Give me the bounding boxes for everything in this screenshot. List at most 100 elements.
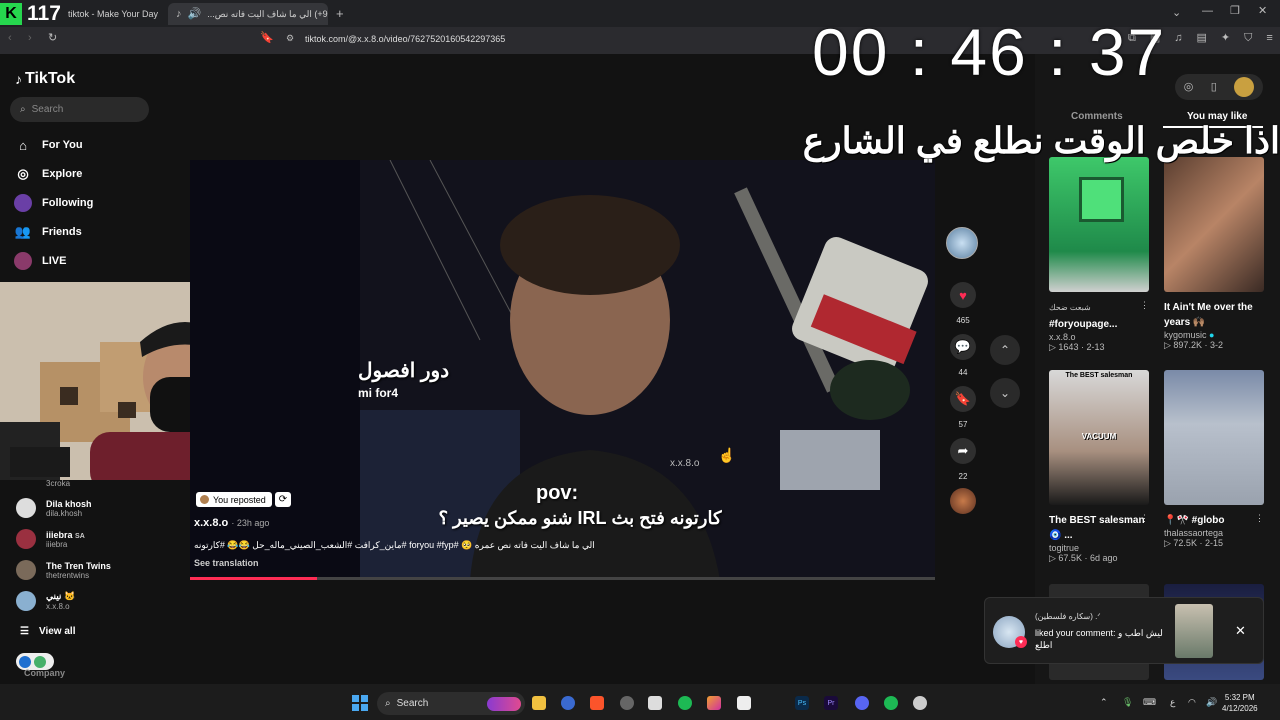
tab-title: (99+) الي ما شاف اليت فاته نص... [207,8,328,19]
tiktok-logo[interactable]: ♪ TikTok [15,70,75,88]
previous-video-button[interactable]: ⌃ [990,335,1020,365]
account-item[interactable]: نيني 🐱 x.x.8.o [16,591,75,611]
microphone-icon[interactable]: 🎙 [1122,697,1133,708]
notification-toast[interactable]: ♥ (سكاره فلسطين) .ᐟ liked your comment: … [984,597,1264,664]
discord-icon[interactable] [855,696,869,710]
wallet-icon[interactable]: ▤ [1197,33,1207,44]
windows-taskbar [0,684,1280,720]
close-icon[interactable]: ✕ [1235,623,1246,639]
more-options-icon[interactable]: ⋮ [1140,300,1149,311]
account-item[interactable]: The Tren Twins thetrentwins [16,560,111,580]
phone-icon[interactable]: ▯ [1211,81,1217,93]
card-author: thalassaortega [1164,528,1224,538]
tab-list-icon[interactable]: ⌄ [1172,8,1181,19]
bookmark-icon[interactable]: 🔖 [260,33,274,44]
following-icon [14,194,32,212]
notification-thumbnail [1175,604,1213,658]
app-icon[interactable] [707,696,721,710]
recommended-video-card[interactable]: 📍🎌 #globo thalassaortega ▷ 72.5K · 2-15 [1164,370,1264,549]
new-tab-button[interactable]: + [336,7,344,20]
video-thumbnail [1164,370,1264,505]
reload-icon[interactable]: ↻ [48,33,57,44]
taskbar-search[interactable]: ⌕ Search [377,692,525,715]
like-action[interactable]: ♥ 465 [950,282,976,325]
premiere-icon[interactable]: Pr [824,696,838,710]
settings-icon[interactable]: ◎ [1184,81,1194,93]
recommended-video-card[interactable]: It Ain't Me over the years 🙌🏽 kygomusic … [1164,157,1264,351]
forward-icon[interactable]: › [28,33,32,44]
company-link[interactable]: Company [24,668,65,678]
creator-avatar[interactable] [946,227,978,259]
speaker-icon[interactable]: 🔊 [188,8,202,20]
card-date: 6d ago [1089,553,1118,563]
mouse-cursor-icon: ☝ [718,447,736,463]
video-time: 23h ago [236,518,270,528]
keyboard-icon[interactable]: ⌨ [1143,697,1156,708]
video-author-line: x.x.8.o · 23h ago [194,517,270,529]
site-info-icon[interactable]: ⚙ [286,34,294,43]
photoshop-icon[interactable]: Ps [795,696,809,710]
see-translation-link[interactable]: See translation [194,558,259,568]
nav-friends[interactable]: 👥 Friends [14,223,82,241]
music-icon[interactable]: ♫ [1174,33,1182,44]
volume-icon[interactable]: 🔊 [1206,697,1217,708]
url-field[interactable]: tiktok.com/@x.x.8.o/video/76275201605422… [305,34,505,44]
menu-icon[interactable]: ≡ [1266,33,1272,44]
tray-chevron-icon[interactable]: ⌃ [1100,697,1108,708]
app-icon[interactable] [648,696,662,710]
next-video-button[interactable]: ⌄ [990,378,1020,408]
spotify-icon[interactable] [884,696,898,710]
nav-following[interactable]: Following [14,194,93,212]
repost-button[interactable]: ⟳ [275,492,291,507]
music-disc-icon[interactable] [950,488,976,514]
brave-browser-icon[interactable] [590,696,604,710]
card-date: 3-2 [1209,340,1223,350]
more-options-icon[interactable]: ⋮ [1255,513,1264,524]
profile-avatar[interactable] [1234,77,1255,97]
notification-name: (سكاره فلسطين) .ᐟ [1035,612,1101,621]
search-input[interactable]: ⌕ Search [10,97,149,122]
comment-action[interactable]: 💬 44 [950,334,976,377]
wifi-icon[interactable]: ◠ [1188,697,1196,708]
app-icon[interactable] [561,696,575,710]
close-window-icon[interactable]: ✕ [1258,6,1267,17]
browser-tab-active[interactable]: ♪ 🔊 (99+) الي ما شاف اليت فاته نص... ✕ [168,3,328,25]
nav-explore[interactable]: ◎ Explore [14,165,82,183]
app-icon[interactable] [913,696,927,710]
video-progress-bar[interactable] [190,577,935,580]
view-all-link[interactable]: ☰ View all [20,626,75,637]
file-explorer-icon[interactable] [532,696,546,710]
recommended-video-card[interactable]: The BEST salesman VACUUM The BEST salesm… [1049,370,1149,564]
video-player[interactable]: دور افصول mi for4 x.x.8.o pov: كارتونه ف… [190,160,935,580]
nav-for-you[interactable]: ⌂ For You [14,136,82,154]
minimize-icon[interactable]: — [1202,6,1213,17]
back-icon[interactable]: ‹ [8,33,12,44]
account-name: نيني 🐱 [46,591,76,601]
recommended-video-card[interactable]: شبعت ضحك #foryoupage... x.x.8.o ▷ 1643 ·… [1049,157,1149,353]
more-options-icon[interactable]: ⋮ [1140,513,1149,524]
video-author[interactable]: x.x.8.o [194,517,228,529]
shield-icon[interactable]: ⛉ [1244,33,1252,44]
avatar [16,498,36,518]
account-item[interactable]: Dila khosh dila.khosh [16,498,92,518]
save-action[interactable]: 🔖 57 [950,386,976,429]
thumbnail-graphic [1079,177,1124,222]
maximize-icon[interactable]: ❐ [1230,6,1240,17]
browser-tab[interactable]: tiktok - Make Your Day [60,3,165,25]
taskbar-clock[interactable]: 5:32 PM 4/12/2026 [1222,692,1258,714]
card-subtitle: شبعت ضحك [1049,303,1091,312]
panel-toolbar: ◎ ▯ [1175,74,1263,100]
share-action[interactable]: ➦ 22 [950,438,976,481]
nav-live[interactable]: LIVE [14,252,66,270]
account-handle: x.x.8.o [46,602,70,611]
input-language[interactable]: ع [1170,697,1175,708]
account-item[interactable]: iiiebra SA iiiebra [16,529,85,549]
account-name: The Tren Twins [46,560,111,571]
app-icon[interactable] [678,696,692,710]
sparkle-icon[interactable]: ✦ [1221,33,1230,44]
capcut-icon[interactable] [737,696,751,710]
obs-icon[interactable] [620,696,634,710]
windows-start-icon[interactable] [352,695,368,711]
live-icon [14,252,32,270]
card-views: 67.5K [1058,553,1082,563]
